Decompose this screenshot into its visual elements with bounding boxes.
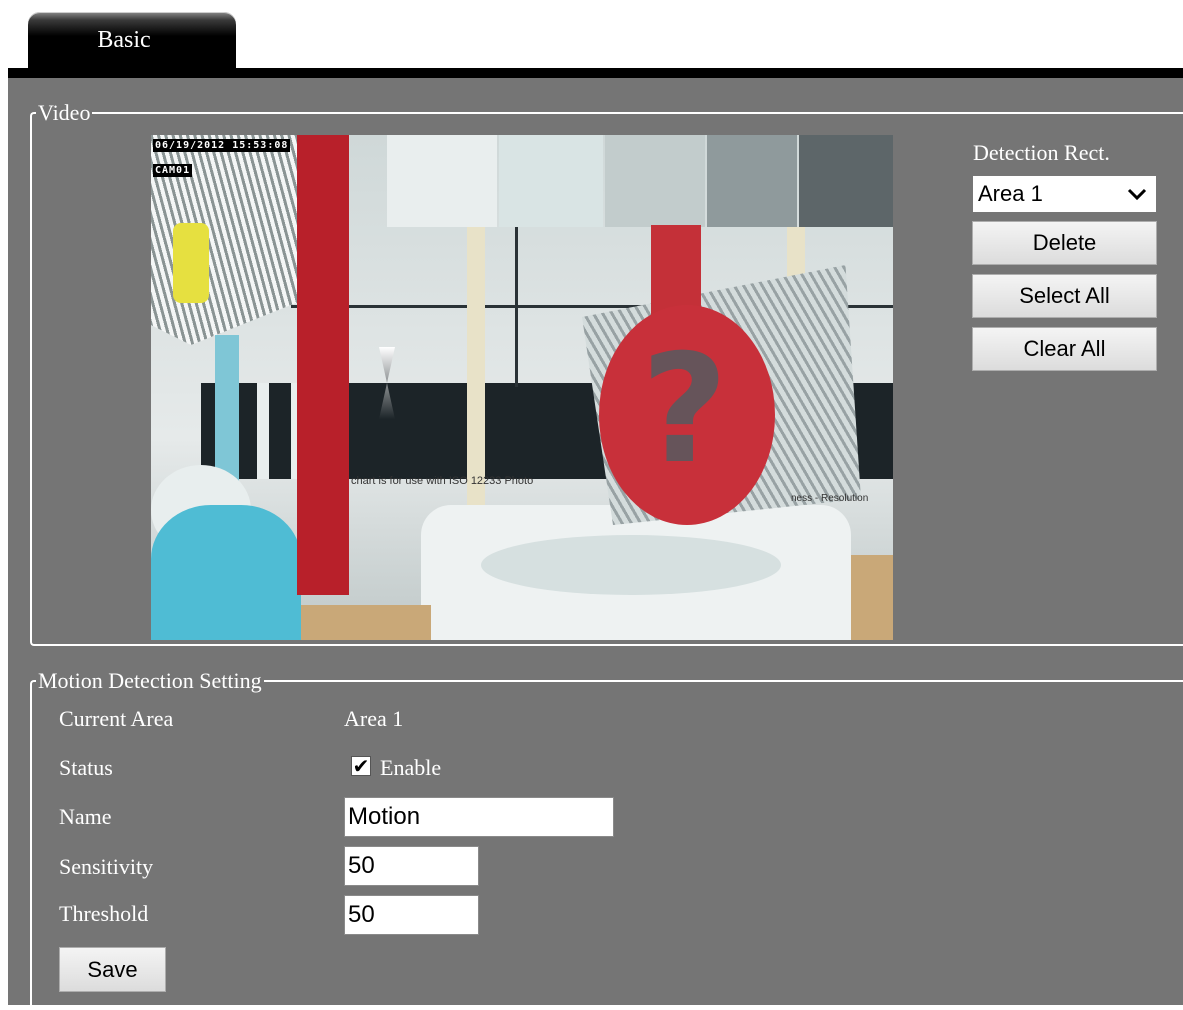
checkmark-icon: ✔: [352, 754, 370, 778]
camera-preview[interactable]: ? chart is for use with ISO 12233 Photo …: [151, 135, 893, 640]
clear-all-button[interactable]: Clear All: [972, 327, 1157, 371]
detection-area-selected: Area 1: [978, 181, 1043, 206]
enable-label: Enable: [380, 755, 442, 780]
name-label: Name: [59, 804, 112, 829]
motion-fieldset: Motion Detection Setting: [30, 668, 1183, 1010]
name-input[interactable]: [344, 797, 614, 837]
detection-rect-label: Detection Rect.: [973, 140, 1110, 165]
delete-button[interactable]: Delete: [972, 221, 1157, 265]
status-label: Status: [59, 755, 113, 780]
current-area-value: Area 1: [344, 706, 404, 731]
tab-bar: Basic: [0, 0, 1183, 78]
tab-basic[interactable]: Basic: [28, 12, 236, 68]
save-button[interactable]: Save: [59, 947, 166, 992]
settings-panel: Video ? chart is for use with ISO 12233 …: [8, 78, 1183, 1010]
detection-area-select[interactable]: Area 1: [972, 175, 1157, 213]
enable-checkbox[interactable]: ✔: [351, 756, 371, 776]
chevron-down-icon: [1126, 176, 1148, 224]
osd-camera-name: CAM01: [153, 164, 193, 177]
select-all-button[interactable]: Select All: [972, 274, 1157, 318]
current-area-label: Current Area: [59, 706, 174, 731]
video-legend: Video: [36, 100, 93, 126]
threshold-input[interactable]: [344, 895, 479, 935]
tab-basic-label: Basic: [97, 27, 151, 53]
osd-timestamp: 06/19/2012 15:53:08: [153, 139, 291, 152]
motion-legend: Motion Detection Setting: [36, 668, 264, 694]
sensitivity-label: Sensitivity: [59, 854, 154, 879]
threshold-label: Threshold: [59, 901, 149, 926]
tab-divider: [8, 68, 1183, 78]
sensitivity-input[interactable]: [344, 846, 479, 886]
